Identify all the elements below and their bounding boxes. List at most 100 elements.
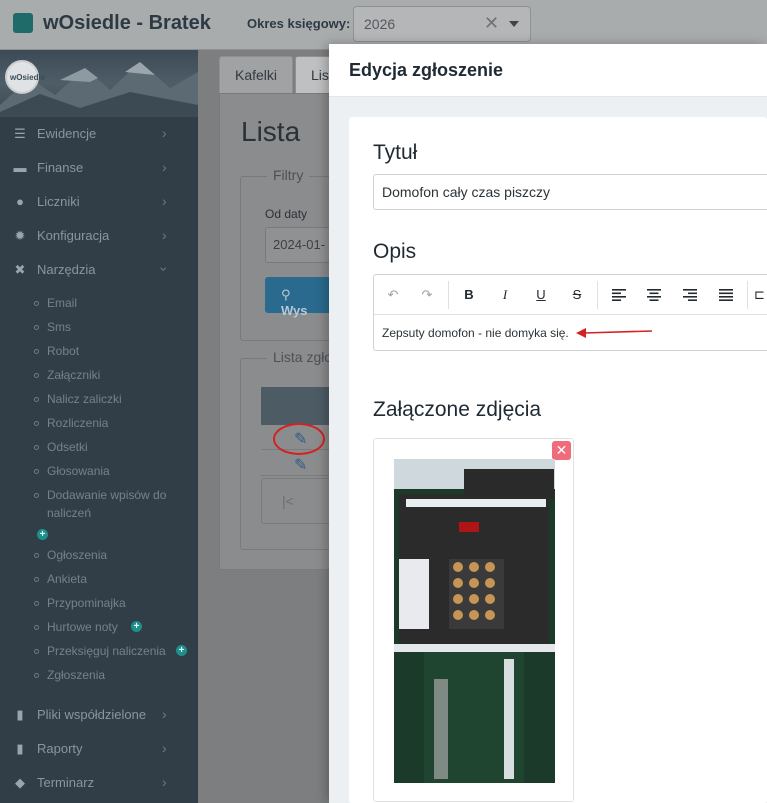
add-icon[interactable]: + xyxy=(131,621,142,632)
sub-item-label: Przypominajka xyxy=(47,596,126,610)
nav-liczniki[interactable]: ● Liczniki › xyxy=(0,185,198,219)
tab-kafelki[interactable]: Kafelki xyxy=(219,56,293,93)
indent-icon[interactable]: ⊏ xyxy=(754,285,764,305)
photos-label: Załączone zdjęcia xyxy=(373,398,542,421)
sub-item-label: Odsetki xyxy=(47,440,88,454)
attached-photo[interactable] xyxy=(394,459,555,783)
sidebar: wOsiedle ☰ Ewidencje › ▬ Finanse › ● Lic… xyxy=(0,50,198,803)
sub-item-robot[interactable]: Robot xyxy=(34,339,198,363)
sub-item-hurtowe-noty[interactable]: Hurtowe noty xyxy=(34,615,198,639)
sub-item-label: Sms xyxy=(47,320,71,334)
nav-pliki[interactable]: ▮ Pliki współdzielone › xyxy=(0,698,198,732)
chevron-right-icon: › xyxy=(162,774,167,790)
nav-label: Terminarz xyxy=(37,775,95,790)
sub-item-zalaczniki[interactable]: Załączniki xyxy=(34,363,198,387)
sub-item-nalicz-zaliczki[interactable]: Nalicz zaliczki xyxy=(34,387,198,411)
bullet-icon xyxy=(34,445,39,450)
align-justify-icon[interactable] xyxy=(716,285,736,305)
modal-title: Edycja zgłoszenie xyxy=(349,60,504,80)
editor-toolbar: ↶ ↷ B I U S ⊏ xyxy=(374,275,767,315)
strikethrough-icon[interactable]: S xyxy=(567,285,587,305)
align-center-icon[interactable] xyxy=(644,285,664,305)
top-bar: wOsiedle - Bratek Okres księgowy: 2026 ✕ xyxy=(0,0,767,50)
search-button-label: Wys xyxy=(281,303,308,318)
chevron-right-icon: › xyxy=(162,706,167,722)
period-value: 2026 xyxy=(364,16,396,32)
date-from-input[interactable]: 2024-01- xyxy=(265,227,335,263)
period-label: Okres księgowy: xyxy=(247,16,351,31)
add-icon[interactable]: + xyxy=(176,645,187,656)
tools-icon: ✖ xyxy=(14,262,26,277)
undo-icon[interactable]: ↶ xyxy=(383,285,403,305)
nav-finanse[interactable]: ▬ Finanse › xyxy=(0,151,198,185)
bullet-icon xyxy=(34,577,39,582)
modal-body: Tytuł Domofon cały czas piszczy Opis ↶ ↷… xyxy=(349,117,767,803)
brand-logo[interactable]: wOsiedle xyxy=(5,60,45,94)
sub-item-zgloszenia[interactable]: Zgłoszenia xyxy=(34,663,198,687)
underline-icon[interactable]: U xyxy=(531,285,551,305)
chevron-down-icon: › xyxy=(156,266,173,272)
nav-label: Konfiguracja xyxy=(37,228,110,243)
chevron-right-icon: › xyxy=(162,227,167,243)
annotation-circle xyxy=(273,423,325,455)
remove-photo-button[interactable]: ✕ xyxy=(552,441,571,460)
description-editor[interactable]: ↶ ↷ B I U S ⊏ Zepsuty domofon - nie domy… xyxy=(373,274,767,351)
sub-item-przeksieguj[interactable]: Przeksięguj naliczenia xyxy=(34,639,198,663)
sub-item-przypominajka[interactable]: Przypominajka xyxy=(34,591,198,615)
description-label: Opis xyxy=(373,240,417,263)
sub-item-label: Załączniki xyxy=(47,368,101,382)
sub-item-ogloszenia[interactable]: Ogłoszenia xyxy=(34,543,198,567)
nav-narzedzia[interactable]: ✖ Narzędzia › xyxy=(0,253,198,287)
add-icon[interactable]: + xyxy=(37,529,48,540)
sub-item-label: Email xyxy=(47,296,78,310)
bullet-icon xyxy=(34,493,39,498)
sub-item-email[interactable]: Email xyxy=(34,291,198,315)
nav-ewidencje[interactable]: ☰ Ewidencje › xyxy=(0,117,198,151)
nav-label: Ewidencje xyxy=(37,126,97,141)
sub-item-rozliczenia[interactable]: Rozliczenia xyxy=(34,411,198,435)
edit-icon[interactable]: ✎ xyxy=(294,455,307,475)
bullet-icon xyxy=(34,421,39,426)
report-icon: ▮ xyxy=(16,741,24,756)
sub-item-dodawanie-wpisow-cont[interactable]: naliczeń xyxy=(34,501,198,525)
italic-icon[interactable]: I xyxy=(495,285,515,305)
sub-item-label: Przeksięguj naliczenia xyxy=(47,644,166,658)
chevron-down-icon[interactable] xyxy=(509,21,519,27)
list-icon: ☰ xyxy=(14,126,26,141)
first-page-icon[interactable]: |< xyxy=(282,493,294,509)
bullet-icon xyxy=(34,601,39,606)
bullet-icon xyxy=(34,625,39,630)
title-input[interactable]: Domofon cały czas piszczy xyxy=(373,174,767,210)
redo-icon[interactable]: ↷ xyxy=(417,285,437,305)
app-title: wOsiedle - Bratek xyxy=(43,12,211,34)
align-left-icon[interactable] xyxy=(609,285,629,305)
sub-item-ankieta[interactable]: Ankieta xyxy=(34,567,198,591)
sidebar-banner: wOsiedle xyxy=(0,50,198,117)
sub-item-label: Ogłoszenia xyxy=(47,548,108,562)
nav-terminarz[interactable]: ◆ Terminarz › xyxy=(0,766,198,800)
clear-icon[interactable]: ✕ xyxy=(484,13,499,34)
bullet-icon xyxy=(34,301,39,306)
page-title: Lista xyxy=(241,116,301,147)
align-right-icon[interactable] xyxy=(680,285,700,305)
annotation-arrow xyxy=(576,328,653,338)
period-select[interactable]: 2026 ✕ xyxy=(353,6,531,42)
sub-item-sms[interactable]: Sms xyxy=(34,315,198,339)
toolbar-divider xyxy=(597,281,598,309)
nav-raporty[interactable]: ▮ Raporty › xyxy=(0,732,198,766)
sub-item-odsetki[interactable]: Odsetki xyxy=(34,435,198,459)
brand-logo-text: wOsiedle xyxy=(10,73,46,82)
gear-icon: ✹ xyxy=(14,228,26,243)
nav-konfiguracja[interactable]: ✹ Konfiguracja › xyxy=(0,219,198,253)
sub-item-label: Dodawanie wpisów do xyxy=(47,488,167,502)
file-icon: ▮ xyxy=(16,707,24,722)
bold-icon[interactable]: B xyxy=(459,285,479,305)
chevron-right-icon: › xyxy=(162,159,167,175)
search-button[interactable]: ⚲ Wys xyxy=(265,277,335,318)
bullet-icon xyxy=(34,397,39,402)
toolbar-divider xyxy=(747,281,748,309)
photo-card: ✕ xyxy=(373,438,574,802)
diamond-icon: ◆ xyxy=(15,775,25,790)
bullet-icon xyxy=(34,553,39,558)
sub-item-glosowania[interactable]: Głosowania xyxy=(34,459,198,483)
